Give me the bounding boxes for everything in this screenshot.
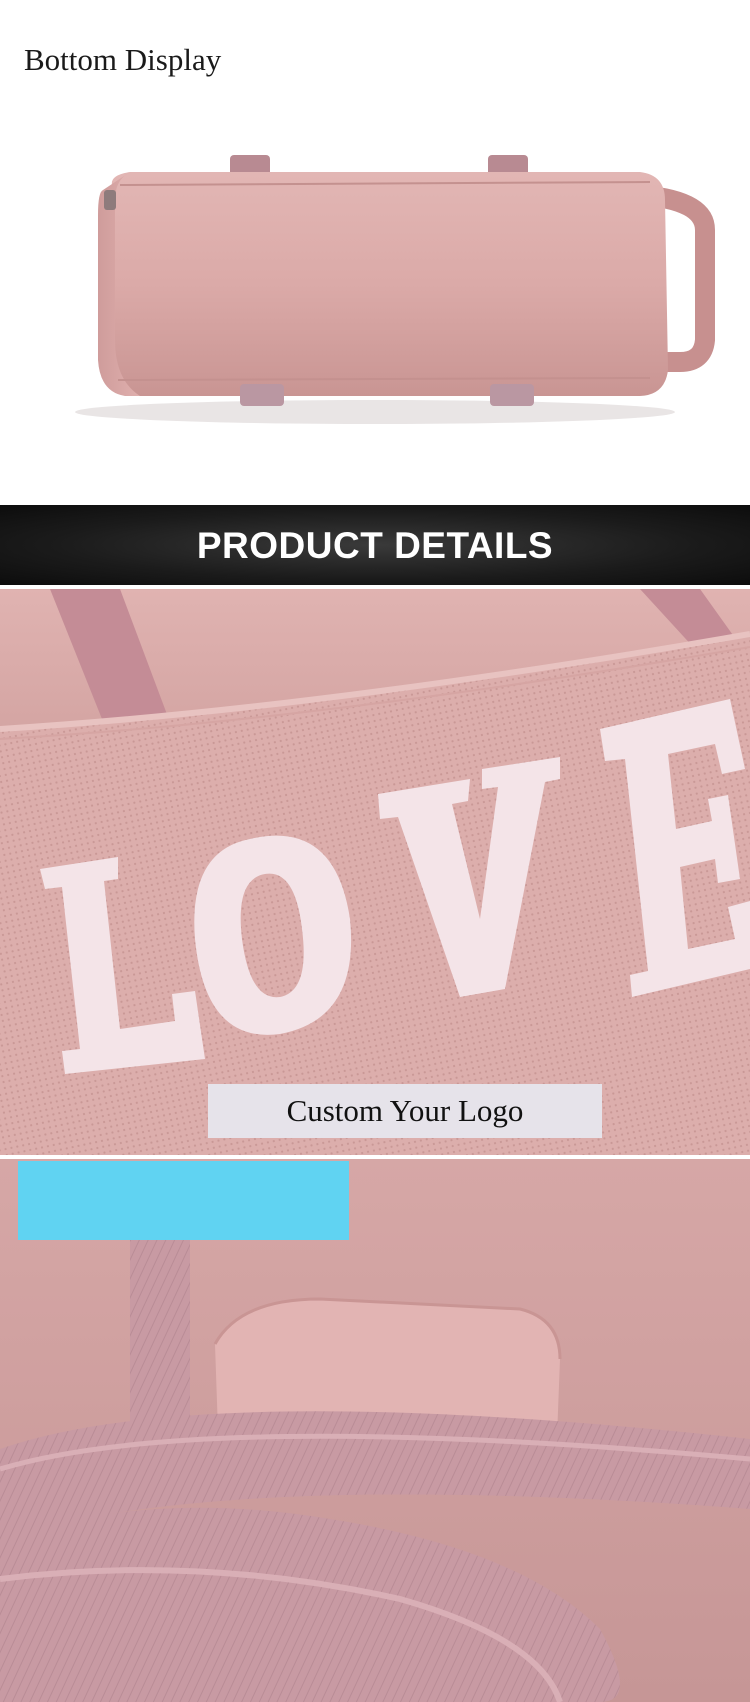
- strap-detail-photo: [0, 1159, 750, 1702]
- strap-photo: [0, 1159, 750, 1702]
- logo-detail-photo: [0, 589, 750, 1155]
- custom-logo-label: Custom Your Logo: [208, 1084, 602, 1138]
- love-print-photo: [0, 589, 750, 1155]
- banner-title: PRODUCT DETAILS: [196, 525, 554, 566]
- bottom-display-heading: Bottom Display: [24, 42, 222, 77]
- blue-badge: [18, 1161, 349, 1240]
- product-details-banner: PRODUCT DETAILS: [0, 505, 750, 585]
- bottom-display-section: Bottom Display: [0, 0, 750, 505]
